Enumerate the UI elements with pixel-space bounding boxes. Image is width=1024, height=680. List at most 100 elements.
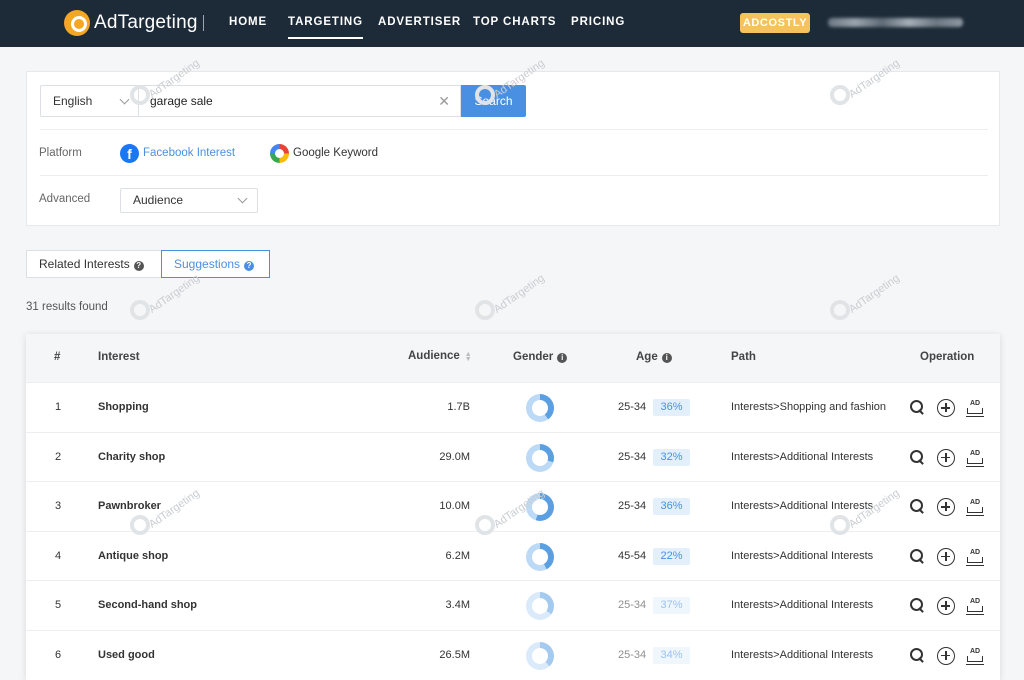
ad-icon[interactable]: AD (966, 449, 984, 467)
table-row[interactable]: 2 Charity shop 29.0M 25-34 32% Interests>Addi… (26, 431, 1000, 482)
age-percentage-badge: 37% (653, 597, 690, 614)
search-icon[interactable] (909, 399, 927, 417)
ad-icon[interactable]: AD (966, 498, 984, 516)
gender-donut[interactable] (526, 641, 554, 670)
nav-home[interactable]: HOME (229, 16, 267, 28)
row-path: Interests>Shopping and fashion (731, 401, 887, 413)
help-icon[interactable]: ? (244, 261, 255, 271)
facebook-icon[interactable]: f (120, 144, 139, 163)
row-interest[interactable]: Second-hand shop (98, 599, 197, 611)
row-age-range: 25-34 (618, 450, 647, 463)
nav-advertiser[interactable]: ADVERTISER (378, 16, 461, 28)
row-interest[interactable]: Shopping (98, 401, 149, 413)
age-percentage-badge: 34% (653, 646, 690, 664)
row-age-range: 25-34 (618, 401, 647, 413)
table-row[interactable]: 4 Antique shop 6.2M 45-54 22% Interests>Addit… (26, 530, 1000, 581)
search-icon[interactable] (909, 647, 927, 665)
language-value: English (53, 94, 93, 108)
ad-icon[interactable]: AD (966, 647, 984, 665)
help-icon[interactable]: ? (133, 261, 144, 271)
platform-label: Platform (39, 147, 82, 159)
google-keyword-link[interactable]: Google Keyword (293, 147, 378, 159)
nav-pricing[interactable]: PRICING (571, 16, 625, 28)
add-circle-icon[interactable] (937, 498, 955, 516)
search-icon[interactable] (909, 548, 927, 566)
tab-suggestions[interactable]: Suggestions? (161, 250, 270, 278)
row-audience: 3.4M (445, 599, 470, 611)
add-circle-icon[interactable] (937, 646, 955, 665)
table-row[interactable]: 6 Used good 26.5M 25-34 34% Interests>Additio… (26, 629, 1000, 680)
row-path: Interests>Additional Interests (731, 450, 874, 463)
header-gender: Gender i (513, 351, 568, 363)
nav-targeting[interactable]: TARGETING (288, 16, 363, 39)
info-icon[interactable]: i (557, 353, 568, 363)
watermark-icon (830, 300, 850, 320)
row-interest[interactable]: Pawnbroker (98, 500, 161, 512)
row-interest[interactable]: Used good (98, 649, 155, 661)
user-account[interactable] (828, 18, 963, 27)
watermark-text: AdTargeting (846, 272, 902, 316)
table-header: # Interest Audience ▲ ▼ Gender i Age i Path … (26, 334, 1000, 382)
row-num: 4 (55, 549, 62, 562)
logo[interactable]: AdTargeting (64, 9, 198, 37)
ad-icon[interactable]: AD (966, 399, 984, 417)
row-age-range: 25-34 (618, 599, 647, 611)
tab-related-interests[interactable]: Related Interests? (26, 250, 162, 278)
language-select[interactable]: English (40, 85, 140, 117)
search-input[interactable]: garage sale ✕ (138, 85, 461, 117)
ad-icon[interactable]: AD (966, 548, 984, 566)
header-audience[interactable]: Audience ▲ ▼ (408, 350, 472, 363)
add-circle-icon[interactable] (937, 448, 955, 467)
row-age-range: 45-54 (618, 549, 647, 562)
gender-donut[interactable] (526, 542, 554, 571)
age-percentage-badge: 22% (653, 547, 690, 565)
gender-donut[interactable] (526, 493, 554, 521)
add-circle-icon[interactable] (937, 597, 955, 615)
table-row[interactable]: 3 Pawnbroker 10.0M 25-34 36% Interests>Additi… (26, 481, 1000, 531)
row-audience: 29.0M (439, 450, 470, 463)
row-path: Interests>Additional Interests (731, 599, 874, 611)
age-percentage-badge: 32% (653, 448, 690, 466)
watermark-icon (830, 85, 850, 105)
watermark-icon (475, 515, 495, 535)
advanced-select[interactable]: Audience (120, 188, 258, 213)
nav-top-charts[interactable]: TOP CHARTS (473, 16, 556, 28)
google-icon[interactable] (270, 144, 289, 163)
row-age-range: 25-34 (618, 648, 647, 661)
divider (40, 129, 988, 130)
search-icon[interactable] (909, 597, 927, 615)
info-icon[interactable]: i (661, 353, 672, 363)
search-panel: English garage sale ✕ Search Platform f … (26, 71, 1000, 226)
row-interest[interactable]: Charity shop (98, 451, 165, 463)
search-icon[interactable] (909, 498, 927, 516)
header-age-label: Age (636, 351, 658, 363)
search-icon[interactable] (909, 449, 927, 467)
watermark-text: AdTargeting (146, 272, 202, 316)
gender-donut[interactable] (526, 394, 554, 422)
logo-icon (64, 10, 90, 36)
table-row[interactable]: 1 Shopping 1.7B 25-34 36% Interests>Shopping … (26, 382, 1000, 432)
ad-icon[interactable]: AD (966, 597, 984, 615)
results-table: # Interest Audience ▲ ▼ Gender i Age i Path … (26, 334, 1000, 680)
nav-separator (203, 15, 204, 31)
logo-text: AdTargeting (94, 12, 198, 33)
clear-icon[interactable]: ✕ (438, 86, 450, 116)
gender-donut[interactable] (526, 443, 554, 472)
gender-donut[interactable] (526, 592, 554, 620)
header-age: Age i (636, 351, 672, 363)
table-row[interactable]: 5 Second-hand shop 3.4M 25-34 37% Interests>A… (26, 580, 1000, 630)
add-circle-icon[interactable] (937, 547, 955, 566)
header-gender-label: Gender (513, 351, 554, 363)
advanced-label: Advanced (39, 193, 91, 205)
adcostly-button[interactable]: ADCOSTLY (740, 13, 810, 33)
watermark-text: AdTargeting (491, 272, 547, 316)
row-num: 1 (55, 401, 62, 413)
sort-icon[interactable]: ▲ ▼ (465, 351, 472, 363)
add-circle-icon[interactable] (937, 399, 955, 417)
row-num: 6 (55, 648, 62, 661)
search-query: garage sale (150, 94, 213, 108)
facebook-interest-link[interactable]: Facebook Interest (143, 147, 235, 159)
row-interest[interactable]: Antique shop (98, 550, 168, 562)
watermark-icon (830, 515, 850, 535)
header-path: Path (731, 351, 756, 363)
